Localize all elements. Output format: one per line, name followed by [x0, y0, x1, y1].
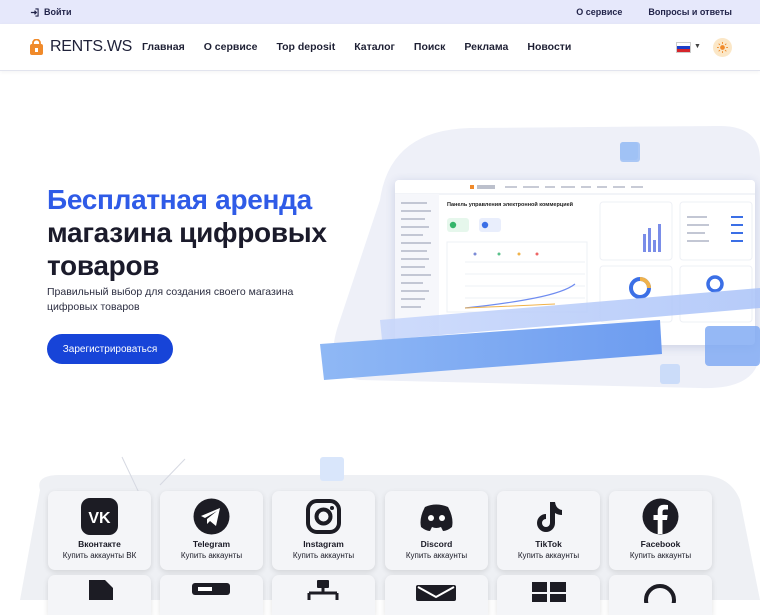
main-nav: Главная О сервисе Top deposit Каталог По…	[142, 41, 571, 53]
whatsapp-icon	[644, 584, 676, 603]
service-card-instagram[interactable]: Instagram Купить аккаунты	[272, 491, 375, 570]
service-name: TikTok	[535, 539, 562, 549]
nav-about[interactable]: О сервисе	[204, 41, 258, 53]
service-desc: Купить аккаунты ВК	[62, 551, 137, 560]
chevron-down-icon[interactable]: ▼	[694, 43, 701, 50]
service-card-partial[interactable]	[48, 575, 151, 615]
svg-text:VK: VK	[88, 510, 111, 527]
hero-stripes-decoration	[320, 142, 760, 384]
sim-card-icon	[89, 580, 113, 600]
service-name: Instagram	[303, 539, 344, 549]
nav-home[interactable]: Главная	[142, 41, 185, 53]
service-desc: Купить аккаунты	[292, 551, 355, 560]
hero-title-line2: магазина цифровых	[47, 217, 327, 248]
service-card-discord[interactable]: Discord Купить аккаунты	[385, 491, 488, 570]
instagram-icon	[306, 499, 341, 534]
sun-icon	[717, 42, 728, 53]
login-icon	[30, 7, 39, 17]
logo[interactable]: RENTS.WS	[29, 38, 132, 56]
service-card-partial[interactable]	[272, 575, 375, 615]
top-bar: Войти О сервисе Вопросы и ответы	[0, 0, 760, 24]
faq-link[interactable]: Вопросы и ответы	[648, 7, 732, 17]
hero-title: Бесплатная аренда магазина цифровых това…	[47, 183, 327, 282]
login-label: Войти	[44, 7, 72, 17]
mail-icon	[416, 585, 456, 601]
windows-icon	[532, 582, 566, 602]
main-navbar: RENTS.WS Главная О сервисе Top deposit К…	[0, 24, 760, 71]
nav-top-deposit[interactable]: Top deposit	[276, 41, 335, 53]
facebook-icon	[642, 498, 679, 535]
nav-search[interactable]: Поиск	[414, 41, 446, 53]
hero-subtitle: Правильный выбор для создания своего маг…	[47, 286, 294, 313]
service-name: Вконтакте	[78, 539, 121, 549]
service-name: Facebook	[640, 539, 681, 549]
service-card-tiktok[interactable]: TikTok Купить аккаунты	[497, 491, 600, 570]
hero-title-line3: товаров	[47, 250, 160, 281]
about-link[interactable]: О сервисе	[576, 7, 622, 17]
hero-title-accent: Бесплатная аренда	[47, 184, 312, 215]
vk-icon: VK	[81, 498, 118, 535]
nav-ads[interactable]: Реклама	[464, 41, 508, 53]
service-desc: Купить аккаунты	[629, 551, 692, 560]
server-icon	[192, 583, 230, 595]
nav-news[interactable]: Новости	[527, 41, 571, 53]
tiktok-icon	[537, 502, 562, 532]
service-desc: Купить аккаунты	[405, 551, 468, 560]
logo-text: RENTS.WS	[50, 38, 133, 55]
service-desc: Купить аккаунты	[517, 551, 580, 560]
logo-icon	[30, 38, 43, 55]
nav-catalog[interactable]: Каталог	[354, 41, 395, 53]
service-card-partial[interactable]	[385, 575, 488, 615]
theme-toggle-button[interactable]	[713, 38, 732, 57]
register-button[interactable]: Зарегистрироваться	[47, 334, 173, 364]
service-card-partial[interactable]	[497, 575, 600, 615]
service-card-partial[interactable]	[160, 575, 263, 615]
service-desc: Купить аккаунты	[180, 551, 243, 560]
login-link[interactable]: Войти	[30, 7, 71, 17]
language-flag-icon[interactable]	[676, 42, 691, 53]
service-name: Discord	[420, 539, 453, 549]
network-icon	[307, 580, 339, 600]
service-card-telegram[interactable]: Telegram Купить аккаунты	[160, 491, 263, 570]
service-card-vk[interactable]: VK Вконтакте Купить аккаунты ВК	[48, 491, 151, 570]
discord-icon	[420, 504, 453, 531]
service-name: Telegram	[192, 539, 231, 549]
telegram-icon	[193, 498, 230, 535]
service-card-facebook[interactable]: Facebook Купить аккаунты	[609, 491, 712, 570]
service-card-partial[interactable]	[609, 575, 712, 615]
